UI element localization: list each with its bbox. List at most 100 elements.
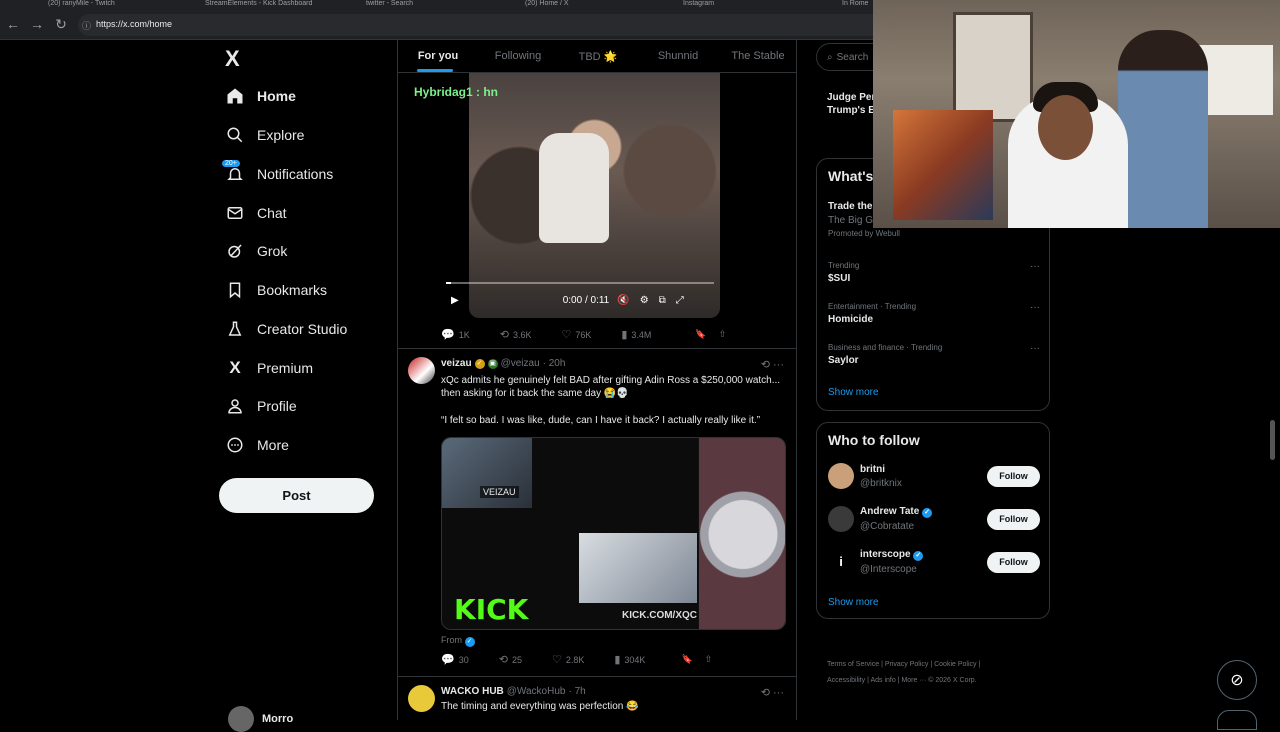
follow-suggestion[interactable]: Andrew Tate ✓ @Cobratate Follow <box>828 504 1040 534</box>
scrollbar-thumb[interactable] <box>1270 420 1275 460</box>
news-headline[interactable]: Judge Per Trump's E <box>827 91 875 117</box>
play-icon[interactable]: ▶ <box>451 295 459 306</box>
author-name[interactable]: WACKO HUB <box>441 686 504 697</box>
sidebar-item-bookmarks[interactable]: Bookmarks <box>225 275 327 305</box>
tweet[interactable]: veizau ✓ ▣ @veizau · 20h ⟲ ··· xQc admit… <box>398 348 796 676</box>
avatar[interactable] <box>408 357 435 384</box>
stream-overlay-tag: Hybridag1 : hn <box>414 85 499 99</box>
fullscreen-icon[interactable]: ⤢ <box>676 295 684 306</box>
video-progress-bar[interactable] <box>446 282 714 284</box>
heart-icon: ♡ <box>551 654 562 666</box>
account-name: Morro <box>262 713 294 725</box>
like-button[interactable]: ♡ 2.8K <box>552 653 584 666</box>
follow-name-text: Andrew Tate <box>860 506 920 517</box>
follow-button[interactable]: Follow <box>987 508 1040 530</box>
browser-tab[interactable]: (20) Home / X <box>525 0 645 8</box>
back-icon[interactable]: ← <box>4 15 22 33</box>
account-switcher[interactable]: Morro <box>228 706 293 732</box>
author-name[interactable]: veizau <box>441 358 472 369</box>
like-button[interactable]: ♡ 76K <box>561 328 591 341</box>
show-more-link[interactable]: Show more <box>828 387 879 398</box>
site-info-icon[interactable]: ⓘ <box>82 19 91 32</box>
settings-icon[interactable]: ⚙ <box>640 295 649 306</box>
views-button[interactable]: ▮ 304K <box>614 653 645 666</box>
tab-following[interactable]: Following <box>478 40 558 72</box>
sidebar-item-chat[interactable]: Chat <box>225 198 287 228</box>
browser-tab[interactable]: twitter - Search <box>366 0 486 8</box>
whats-happening-title: What's <box>828 168 874 184</box>
more-icon[interactable]: ··· <box>1030 343 1040 354</box>
sidebar-item-label: Creator Studio <box>257 321 348 337</box>
tweet-time[interactable]: · 20h <box>543 358 566 369</box>
author-handle[interactable]: @WackoHub <box>507 686 566 697</box>
more-icon[interactable]: ··· <box>1030 261 1040 272</box>
bookmark-icon[interactable]: 🔖 <box>681 654 692 665</box>
avatar <box>828 506 854 532</box>
reply-button[interactable]: 💬 30 <box>441 653 469 666</box>
repost-button[interactable]: ⟲ 25 <box>499 653 522 666</box>
browser-tab[interactable]: StreamElements - Kick Dashboard <box>205 0 325 8</box>
url-text[interactable]: https://x.com/home <box>96 19 172 29</box>
views-button[interactable]: ▮ 3.4M <box>621 328 651 341</box>
sidebar-item-home[interactable]: Home <box>225 81 296 111</box>
sidebar-item-premium[interactable]: X Premium <box>225 353 313 383</box>
tweet-time[interactable]: · 7h <box>568 686 585 697</box>
avatar[interactable] <box>408 685 435 712</box>
forward-icon[interactable]: → <box>28 15 46 33</box>
mute-icon[interactable]: 🔇 <box>617 295 629 306</box>
trend-item[interactable]: Trending $SUI ··· <box>828 261 1040 284</box>
tweet-media[interactable]: VEIZAU KICK KICK.COM/XQC <box>441 437 786 630</box>
trend-item[interactable]: Entertainment · Trending Homicide ··· <box>828 302 1040 325</box>
video-time: 0:00 / 0:11 <box>562 294 610 306</box>
bookmark-icon[interactable]: 🔖 <box>695 329 706 340</box>
repost-icon: ⟲ <box>499 329 509 341</box>
sidebar-item-creator-studio[interactable]: Creator Studio <box>225 314 347 344</box>
verified-icon: ✓ <box>913 551 924 561</box>
follow-suggestion[interactable]: britni @britknix Follow <box>828 461 1040 491</box>
sidebar-item-more[interactable]: More <box>225 430 289 460</box>
footer-line[interactable]: Terms of Service | Privacy Policy | Cook… <box>827 657 1047 673</box>
follow-button[interactable]: Follow <box>987 465 1040 487</box>
repost-button[interactable]: ⟲ 3.6K <box>500 328 532 341</box>
share-icon[interactable]: ⇧ <box>705 654 713 665</box>
tab-shunnid[interactable]: Shunnid <box>638 40 718 72</box>
repost-icon: ⟲ <box>498 654 508 666</box>
more-icon[interactable]: ⟲ ··· <box>761 686 784 699</box>
tab-the-stable[interactable]: The Stable <box>718 40 796 72</box>
webcam-person-back <box>1118 30 1208 228</box>
reply-button[interactable]: 💬 1K <box>441 328 470 341</box>
grok-fab-icon[interactable]: ⊘ <box>1217 660 1257 700</box>
follow-button[interactable]: Follow <box>987 551 1040 573</box>
browser-tab[interactable]: In Rome <box>842 0 872 8</box>
more-circle-icon <box>225 435 245 455</box>
avatar <box>828 463 854 489</box>
footer-line[interactable]: Accessibility | Ads info | More ··· © 20… <box>827 673 1047 689</box>
tab-for-you[interactable]: For you <box>398 40 478 72</box>
tweet-header: veizau ✓ ▣ @veizau · 20h <box>441 358 565 369</box>
share-icon[interactable]: ⇧ <box>719 329 727 340</box>
reload-icon[interactable]: ↻ <box>52 15 70 33</box>
sidebar-item-grok[interactable]: Grok <box>225 236 287 266</box>
trend-item[interactable]: Business and finance · Trending Saylor ·… <box>828 343 1040 366</box>
sidebar-item-explore[interactable]: Explore <box>225 120 304 150</box>
tweet[interactable]: WACKO HUB @WackoHub · 7h ⟲ ··· The timin… <box>398 676 796 720</box>
follow-suggestion[interactable]: i interscope ✓ @Interscope Follow <box>828 547 1040 577</box>
sidebar-item-notifications[interactable]: 20+ Notifications <box>222 159 333 189</box>
more-icon[interactable]: ⟲ ··· <box>761 358 784 371</box>
follow-name: interscope ✓ <box>860 549 926 561</box>
more-icon[interactable]: ··· <box>1030 302 1040 313</box>
browser-tab[interactable]: (20) ranyMile - Twitch <box>48 0 168 8</box>
pip-icon[interactable]: ⧉ <box>659 295 666 306</box>
verified-icon: ✓ <box>922 508 933 518</box>
show-more-link[interactable]: Show more <box>828 597 879 608</box>
tab-tbd[interactable]: TBD 🌟 <box>558 40 638 72</box>
who-to-follow-card: Who to follow britni @britknix Follow And… <box>816 422 1050 619</box>
author-handle[interactable]: @veizau <box>501 358 540 369</box>
x-logo-icon[interactable]: X <box>225 46 240 72</box>
repost-count: 25 <box>511 654 522 665</box>
messages-fab[interactable] <box>1217 710 1257 730</box>
sidebar-item-profile[interactable]: Profile <box>225 391 297 421</box>
post-button[interactable]: Post <box>219 478 374 513</box>
browser-tab[interactable]: Instagram <box>683 0 803 8</box>
follow-handle: @Interscope <box>860 564 917 575</box>
